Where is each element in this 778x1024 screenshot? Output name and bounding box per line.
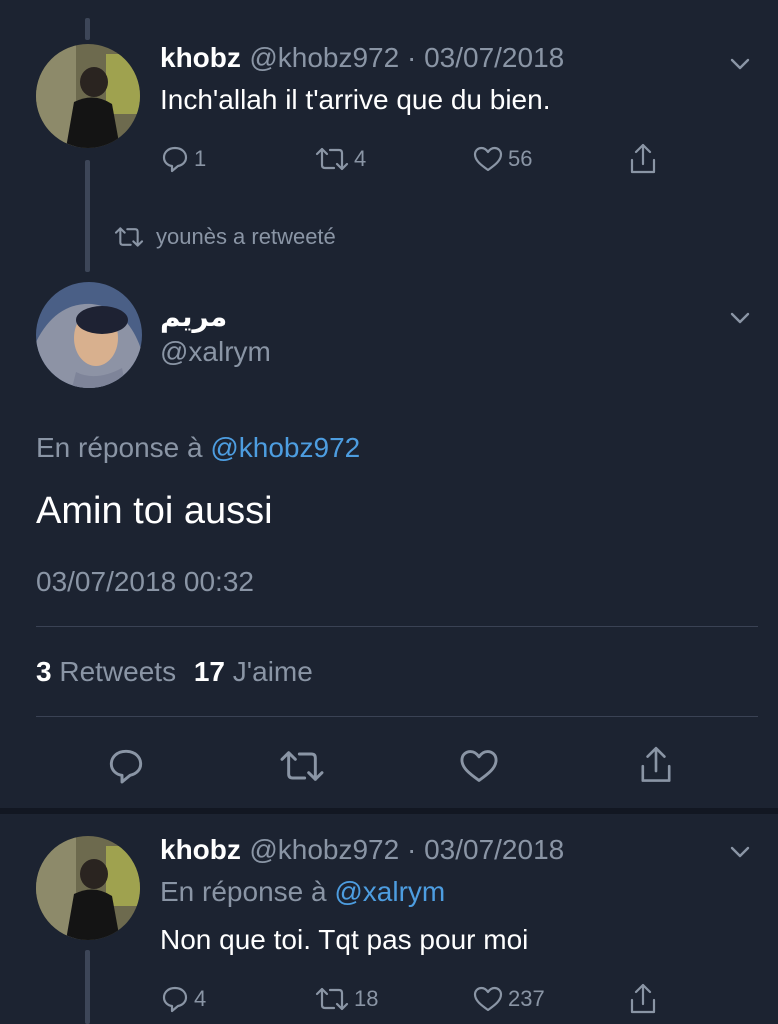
reply-to-link[interactable]: @khobz972 xyxy=(210,432,360,463)
engagement-stats: 3 Retweets 17 J'aime xyxy=(36,656,313,688)
heart-icon[interactable] xyxy=(458,746,500,786)
chevron-down-icon[interactable] xyxy=(728,52,752,76)
share-icon[interactable] xyxy=(628,142,658,176)
heart-icon xyxy=(473,986,503,1012)
likes-count[interactable]: 17 xyxy=(194,656,225,687)
reply-count: 1 xyxy=(194,146,207,171)
reply-icon[interactable] xyxy=(106,746,146,786)
divider xyxy=(36,716,758,717)
main-timestamp[interactable]: 03/07/2018 00:32 xyxy=(36,566,254,598)
likes-label[interactable]: J'aime xyxy=(233,656,313,687)
retweet-button[interactable]: 4 xyxy=(314,144,366,174)
main-author-handle[interactable]: @xalrym xyxy=(160,336,271,368)
reply-prefix: En réponse à xyxy=(160,876,327,907)
like-count: 56 xyxy=(508,146,533,171)
avatar-khobz[interactable] xyxy=(36,44,140,148)
retweet-notice[interactable]: younès a retweeté xyxy=(112,224,336,250)
thread-line-top xyxy=(85,18,90,40)
avatar-photo-icon xyxy=(36,282,142,388)
chevron-down-icon[interactable] xyxy=(728,306,752,330)
main-tweet-text: Amin toi aussi xyxy=(36,490,273,532)
tweet-3-author-name[interactable]: khobz xyxy=(160,834,241,865)
avatar-photo-icon xyxy=(36,44,140,148)
retweet-icon xyxy=(315,147,349,171)
retweets-label[interactable]: Retweets xyxy=(59,656,176,687)
avatar-photo-icon xyxy=(36,836,140,940)
like-button[interactable]: 237 xyxy=(472,984,545,1014)
reply-to-link[interactable]: @xalrym xyxy=(334,876,445,907)
main-author-name[interactable]: مريم xyxy=(160,300,227,333)
avatar-xalrym[interactable] xyxy=(36,282,142,388)
reply-count: 4 xyxy=(194,986,207,1011)
reply-prefix: En réponse à xyxy=(36,432,203,463)
like-button[interactable]: 56 xyxy=(472,144,532,174)
retweet-button[interactable]: 18 xyxy=(314,984,378,1014)
section-separator xyxy=(0,808,778,814)
avatar-khobz[interactable] xyxy=(36,836,140,940)
tweet-3-reply-context: En réponse à @xalrym xyxy=(160,876,445,908)
tweet-3-text: Non que toi. Tqt pas pour moi xyxy=(160,924,529,955)
chevron-down-icon[interactable] xyxy=(728,840,752,864)
like-count: 237 xyxy=(508,986,545,1011)
retweets-count[interactable]: 3 xyxy=(36,656,52,687)
thread-line-bottom xyxy=(85,950,90,1024)
divider xyxy=(36,626,758,627)
reply-button[interactable]: 4 xyxy=(160,984,206,1014)
reply-icon xyxy=(162,986,188,1013)
tweet-1-meta: @khobz972 · 03/07/2018 xyxy=(249,42,565,73)
reply-icon xyxy=(162,146,188,173)
tweet-1-text: Inch'allah il t'arrive que du bien. xyxy=(160,84,551,115)
main-reply-context: En réponse à @khobz972 xyxy=(36,432,360,464)
retweet-icon[interactable] xyxy=(278,746,326,786)
retweet-notice-text: younès a retweeté xyxy=(156,224,336,249)
retweet-count: 4 xyxy=(354,146,367,171)
thread-line-1 xyxy=(85,160,90,272)
heart-icon xyxy=(473,146,503,172)
retweet-icon xyxy=(315,987,349,1011)
share-icon[interactable] xyxy=(628,982,658,1016)
retweet-count: 18 xyxy=(354,986,379,1011)
retweet-notice-icon xyxy=(114,227,144,247)
reply-button[interactable]: 1 xyxy=(160,144,206,174)
tweet-1-author-name[interactable]: khobz xyxy=(160,42,241,73)
tweet-3-meta: @khobz972 · 03/07/2018 xyxy=(249,834,565,865)
share-icon[interactable] xyxy=(638,744,674,786)
